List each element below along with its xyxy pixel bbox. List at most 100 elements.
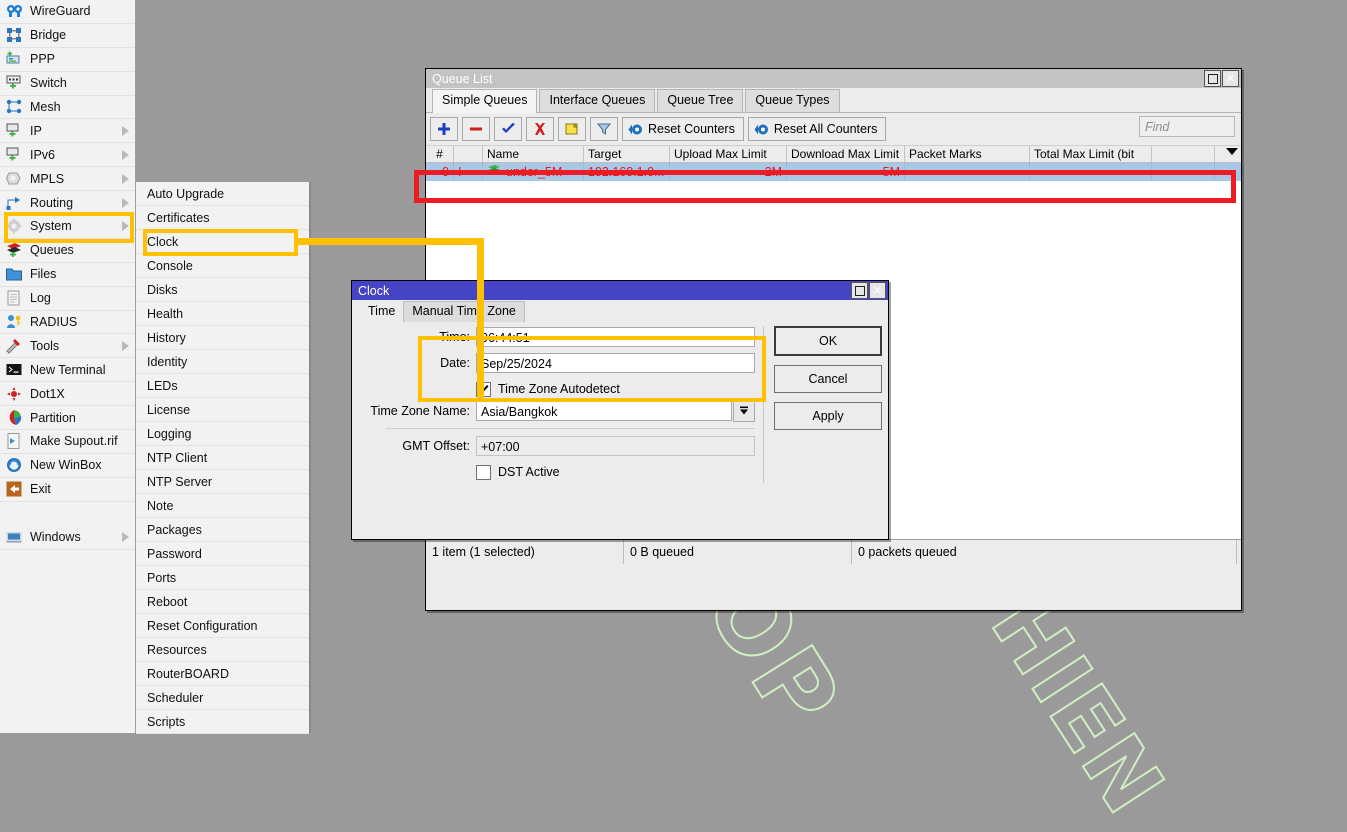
submenu-item-history[interactable]: History	[136, 326, 309, 350]
column-header[interactable]: Packet Marks	[905, 146, 1030, 162]
submenu-item-note[interactable]: Note	[136, 494, 309, 518]
sidebar-item-log[interactable]: Log	[0, 287, 135, 311]
column-header[interactable]: Download Max Limit	[787, 146, 905, 162]
gmt-offset-value: +07:00	[476, 436, 755, 456]
column-header[interactable]	[454, 146, 483, 162]
time-zone-name-input[interactable]: Asia/Bangkok	[476, 401, 732, 421]
find-input[interactable]: Find	[1139, 116, 1235, 137]
clock-maximize-icon[interactable]	[851, 282, 868, 299]
submenu-item-console[interactable]: Console	[136, 254, 309, 278]
sidebar-item-ip[interactable]: IP	[0, 119, 135, 143]
sidebar-item-label: IP	[30, 124, 42, 138]
enable-button[interactable]	[494, 117, 522, 141]
clock-tab-manual-time-zone[interactable]: Manual Time Zone	[403, 301, 525, 322]
submenu-item-ntp-client[interactable]: NTP Client	[136, 446, 309, 470]
maximize-icon[interactable]	[1204, 70, 1221, 87]
clock-tabs: TimeManual Time Zone	[352, 300, 888, 322]
sidebar-item-label: Tools	[30, 339, 59, 353]
clock-close-icon[interactable]: ✕	[869, 282, 886, 299]
dst-active-label: DST Active	[498, 465, 560, 479]
sidebar-item-switch[interactable]: Switch	[0, 72, 135, 96]
submenu-item-logging[interactable]: Logging	[136, 422, 309, 446]
reset-counters-button[interactable]: Reset Counters	[622, 117, 744, 141]
sidebar-item-new-winbox[interactable]: New WinBox	[0, 454, 135, 478]
filter-button[interactable]	[590, 117, 618, 141]
submenu-item-license[interactable]: License	[136, 398, 309, 422]
submenu-item-scripts[interactable]: Scripts	[136, 710, 309, 734]
submenu-item-identity[interactable]: Identity	[136, 350, 309, 374]
column-menu-icon[interactable]	[1226, 148, 1238, 155]
sidebar-item-files[interactable]: Files	[0, 263, 135, 287]
chevron-right-icon	[122, 341, 129, 351]
submenu-item-leds[interactable]: LEDs	[136, 374, 309, 398]
sidebar-item-bridge[interactable]: Bridge	[0, 24, 135, 48]
tab-interface-queues[interactable]: Interface Queues	[539, 89, 655, 112]
submenu-item-reset-configuration[interactable]: Reset Configuration	[136, 614, 309, 638]
column-header[interactable]: Name	[483, 146, 584, 162]
sidebar-item-label: Queues	[30, 243, 74, 257]
comment-button[interactable]	[558, 117, 586, 141]
dst-row: DST Active	[352, 461, 755, 483]
submenu-item-scheduler[interactable]: Scheduler	[136, 686, 309, 710]
disable-button[interactable]	[526, 117, 554, 141]
tab-queue-tree[interactable]: Queue Tree	[657, 89, 743, 112]
submenu-item-certificates[interactable]: Certificates	[136, 206, 309, 230]
sidebar-item-partition[interactable]: Partition	[0, 406, 135, 430]
windows-icon	[6, 529, 24, 545]
column-header[interactable]: Total Max Limit (bit	[1030, 146, 1152, 162]
sidebar-item-windows[interactable]: Windows	[0, 526, 135, 550]
submenu-item-reboot[interactable]: Reboot	[136, 590, 309, 614]
column-header[interactable]	[1152, 146, 1215, 162]
clock-tab-time[interactable]: Time	[360, 302, 403, 322]
reset-all-counters-button[interactable]: Reset All Counters	[748, 117, 887, 141]
queue-list-titlebar: Queue List ✕	[426, 69, 1241, 88]
sidebar-item-ipv6[interactable]: IPv6	[0, 143, 135, 167]
sidebar-item-mesh[interactable]: Mesh	[0, 96, 135, 120]
mesh-icon	[6, 99, 24, 115]
close-icon[interactable]: ✕	[1222, 70, 1239, 87]
form-divider	[386, 428, 755, 429]
sidebar-item-exit[interactable]: Exit	[0, 478, 135, 502]
submenu-item-ports[interactable]: Ports	[136, 566, 309, 590]
chevron-right-icon	[122, 532, 129, 542]
sidebar-item-label: New Terminal	[30, 363, 106, 377]
status-field: 0 packets queued	[852, 540, 1237, 564]
submenu-item-routerboard[interactable]: RouterBOARD	[136, 662, 309, 686]
clock-titlebar: Clock ✕	[352, 281, 888, 300]
dst-active-checkbox[interactable]	[476, 465, 491, 480]
column-header[interactable]: #	[426, 146, 454, 162]
tab-simple-queues[interactable]: Simple Queues	[432, 89, 537, 113]
sidebar-item-radius[interactable]: RADIUS	[0, 311, 135, 335]
timezone-name-row: Time Zone Name: Asia/Bangkok	[352, 400, 755, 422]
sidebar-item-mpls[interactable]: MPLS	[0, 167, 135, 191]
sidebar-item-wireguard[interactable]: WireGuard	[0, 0, 135, 24]
dot1x-icon	[6, 386, 24, 402]
folder-icon	[6, 266, 24, 282]
column-header[interactable]: Upload Max Limit	[670, 146, 787, 162]
cancel-button[interactable]: Cancel	[774, 365, 882, 393]
sidebar-item-make-supout-rif[interactable]: Make Supout.rif	[0, 430, 135, 454]
submenu-item-auto-upgrade[interactable]: Auto Upgrade	[136, 182, 309, 206]
clock-buttons: OK Cancel Apply	[764, 326, 882, 483]
submenu-item-health[interactable]: Health	[136, 302, 309, 326]
sidebar-item-new-terminal[interactable]: New Terminal	[0, 358, 135, 382]
remove-button[interactable]	[462, 117, 490, 141]
submenu-item-packages[interactable]: Packages	[136, 518, 309, 542]
sidebar-item-dot1x[interactable]: Dot1X	[0, 382, 135, 406]
chevron-down-icon[interactable]	[733, 400, 755, 422]
winbox-icon	[6, 457, 24, 473]
ip-icon	[6, 123, 24, 139]
submenu-item-password[interactable]: Password	[136, 542, 309, 566]
apply-button[interactable]: Apply	[774, 402, 882, 430]
ok-button[interactable]: OK	[774, 326, 882, 356]
sidebar-item-ppp[interactable]: PPP	[0, 48, 135, 72]
submenu-item-disks[interactable]: Disks	[136, 278, 309, 302]
ipv6-icon	[6, 147, 24, 163]
add-button[interactable]	[430, 117, 458, 141]
clock-dialog: Clock ✕ TimeManual Time Zone Time: 06:44…	[351, 280, 889, 540]
sidebar-item-tools[interactable]: Tools	[0, 334, 135, 358]
submenu-item-resources[interactable]: Resources	[136, 638, 309, 662]
submenu-item-ntp-server[interactable]: NTP Server	[136, 470, 309, 494]
tab-queue-types[interactable]: Queue Types	[745, 89, 839, 112]
column-header[interactable]: Target	[584, 146, 670, 162]
